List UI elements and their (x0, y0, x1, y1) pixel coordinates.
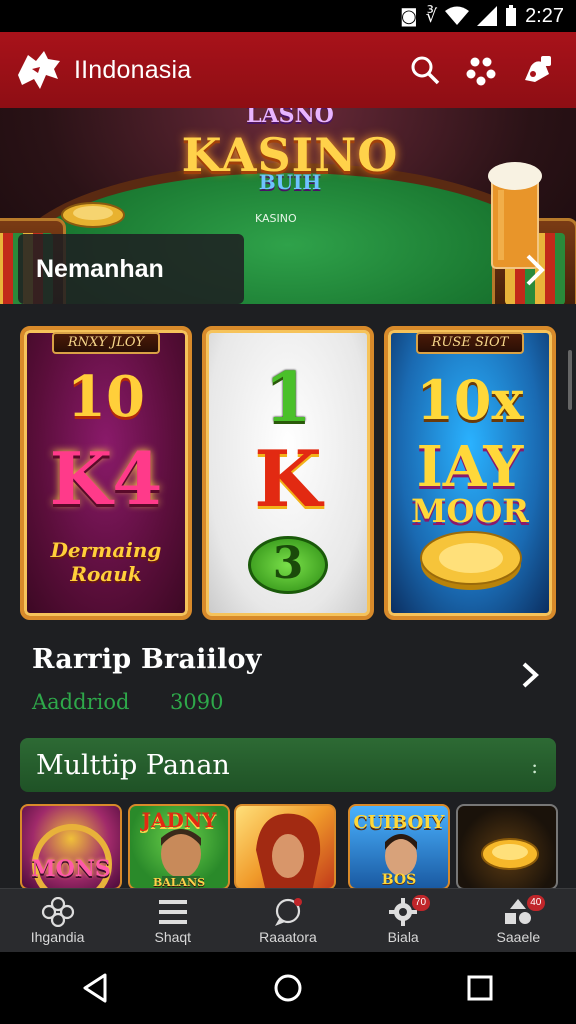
search-button[interactable] (400, 45, 450, 95)
nav-item-menu[interactable]: Shaqt (115, 889, 230, 953)
thumbnail[interactable]: JADNY BALANS (128, 804, 230, 890)
card-ribbon: RUSE SIOT (416, 332, 524, 354)
card-ribbon: RNXY JLOY (52, 332, 160, 354)
filter-button[interactable] (456, 45, 506, 95)
nav-item-settings[interactable]: Biala 70 (346, 889, 461, 953)
app-title: IIndonasia (74, 55, 192, 84)
card-title: K (254, 434, 322, 525)
thumbnail[interactable]: MONS (20, 804, 122, 890)
nav-item-chat[interactable]: Raaatora (230, 889, 345, 953)
card-title: IAY (416, 434, 524, 500)
section-sub-label: Aaddriod (32, 690, 130, 714)
clock: 2:27 (525, 4, 564, 27)
recents-icon[interactable] (463, 971, 497, 1005)
card-number: 3 (272, 538, 304, 589)
more-indicator: : (531, 754, 538, 778)
table-label: KASINO (255, 212, 297, 225)
bell-icon (525, 56, 551, 82)
thumbnail[interactable] (234, 804, 336, 890)
card-title-number: 10 (67, 364, 145, 430)
section-row[interactable]: Rarrip Braiiloy Aaddriod 3090 (32, 644, 548, 724)
multi-panel-bar[interactable]: Multtip Panan : (20, 738, 556, 792)
nav-label: Shaqt (154, 929, 192, 945)
section-title: Rarrip Braiiloy (32, 644, 262, 675)
banner-logo-top: LASNO (246, 108, 334, 128)
nav-label: Ihgandia (30, 929, 85, 945)
thumbnail[interactable]: CUIBOIY BOS (348, 804, 450, 890)
nav-item-home[interactable]: Ihgandia (0, 889, 115, 953)
menu-icon (158, 900, 187, 924)
alarm-icon: ◙ (400, 5, 418, 27)
wifi-icon (445, 6, 470, 25)
gold-coin-icon (481, 838, 539, 870)
character-portrait-icon (256, 813, 321, 888)
thumbnail-title: MONS (31, 856, 111, 882)
search-icon (411, 56, 440, 85)
app-header: IIndonasia (0, 32, 576, 108)
game-card[interactable]: 1 K 3 (202, 326, 374, 620)
signal-icon (477, 6, 498, 26)
notification-badge: 70 (411, 895, 430, 911)
thumbnail-subtitle: BOS (381, 872, 417, 888)
notifications-button[interactable] (512, 45, 562, 95)
game-thumbnails: MONS JADNY BALANS CUIBOIY BOS (20, 804, 558, 890)
card-title: K4 (49, 436, 163, 521)
chevron-right-icon[interactable] (520, 250, 550, 290)
chat-icon (274, 898, 302, 926)
notification-badge: 40 (526, 895, 545, 911)
card-subtitle-2: Roauk (70, 562, 142, 586)
nav-label: Raaatora (259, 929, 317, 945)
banner-logo-bottom: BUIH (258, 170, 322, 194)
bottom-nav: Ihgandia Shaqt Raaatora Biala 70 Saaele … (0, 888, 576, 952)
nav-label: Biala (387, 929, 419, 945)
nav-item-shapes[interactable]: Saaele 40 (461, 889, 576, 953)
card-subtitle: MOOR (411, 492, 529, 530)
section-sub-value: 3090 (170, 690, 224, 714)
battery-icon (506, 5, 517, 26)
home-icon[interactable] (271, 971, 305, 1005)
card-title-number: 1 (264, 358, 312, 438)
back-icon[interactable] (79, 971, 113, 1005)
card-subtitle: Dermaing (50, 538, 162, 562)
chevron-right-icon (522, 662, 539, 688)
game-card[interactable]: RNXY JLOY 10 K4 Dermaing Roauk (20, 326, 192, 620)
thumbnail[interactable] (456, 804, 558, 890)
coin-stack-icon (61, 202, 125, 228)
banner-caption: Nemanhan (18, 234, 244, 304)
game-card[interactable]: RUSE SIOT 10x IAY MOOR (384, 326, 556, 620)
status-bar: ◙ ∛ 2:27 (0, 0, 576, 32)
nav-label: Saaele (496, 929, 541, 945)
nfc-icon: ∛ (425, 5, 438, 27)
scroll-indicator[interactable] (568, 350, 572, 410)
clover-icon (41, 897, 74, 927)
wolf-logo-icon[interactable] (14, 45, 64, 95)
dots-cluster-icon (466, 57, 496, 86)
gold-coin-icon (420, 531, 522, 590)
multi-bar-label: Multtip Panan (36, 749, 230, 781)
featured-games: RNXY JLOY 10 K4 Dermaing Roauk 1 K 3 RUS… (20, 326, 556, 620)
card-title-number: 10x (416, 368, 524, 432)
system-navigation-bar (0, 952, 576, 1024)
